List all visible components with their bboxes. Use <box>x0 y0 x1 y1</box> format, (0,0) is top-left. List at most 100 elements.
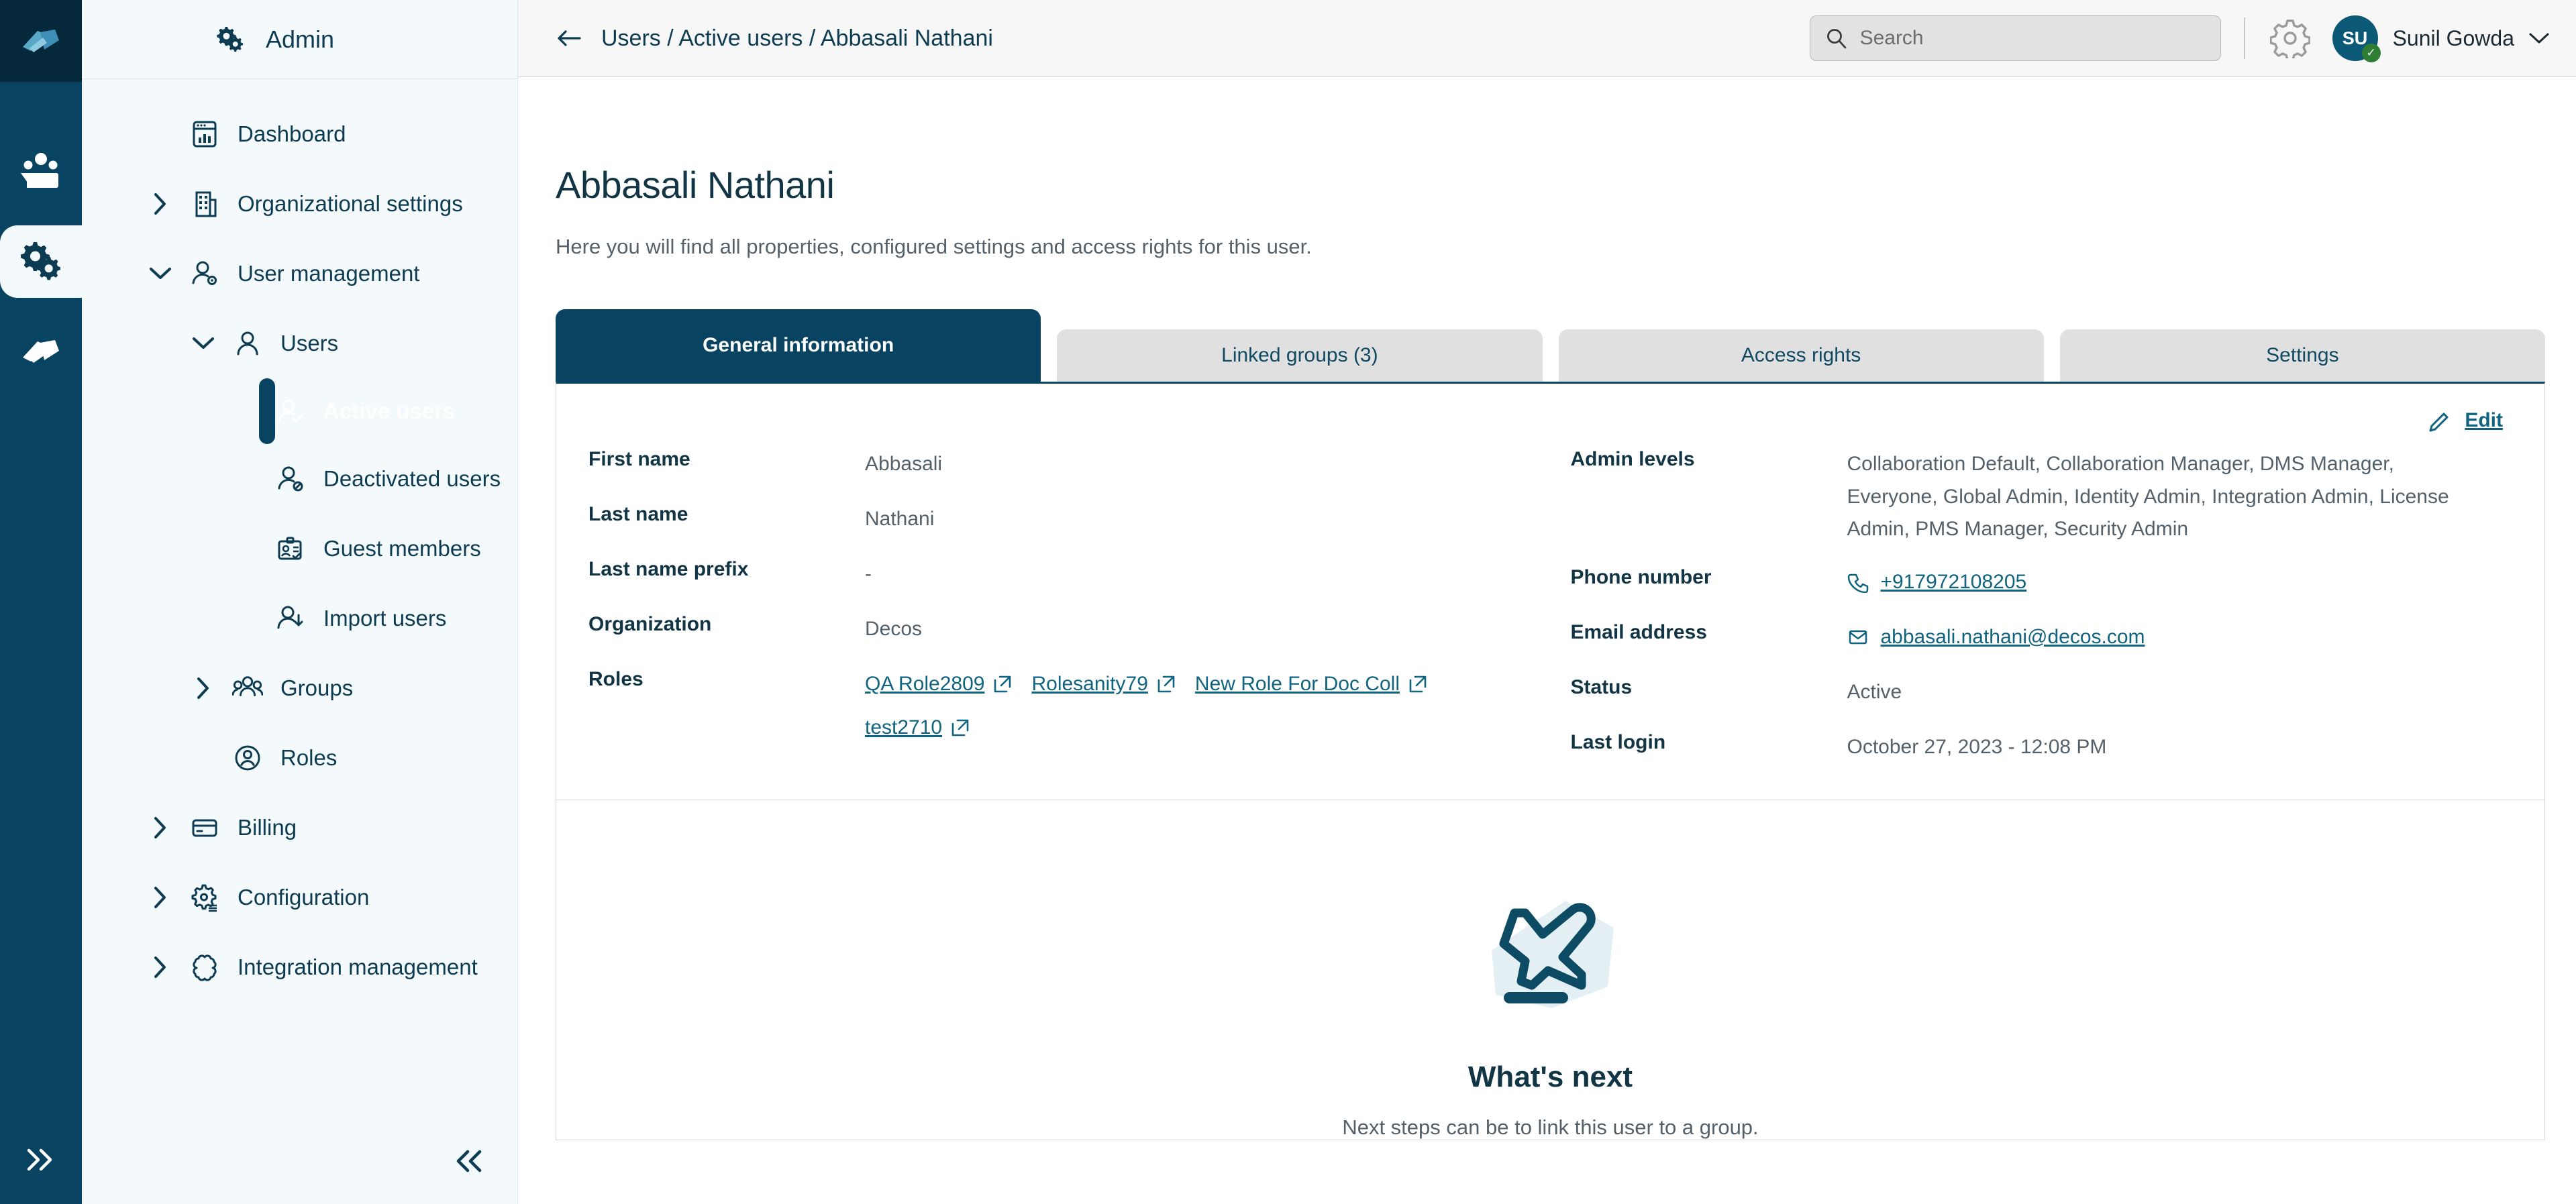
field-organization: Organization Decos <box>588 610 1563 665</box>
role-link[interactable]: Rolesanity79 <box>1031 668 1176 701</box>
user-name[interactable]: Sunil Gowda <box>2393 26 2514 51</box>
sidebar-item-roles[interactable]: Roles <box>82 723 517 793</box>
sidebar-item-label: Roles <box>280 745 338 770</box>
field-label: Last name <box>588 503 688 525</box>
role-link-label: QA Role2809 <box>865 673 985 695</box>
back-button[interactable] <box>556 28 584 49</box>
id-card-icon <box>275 534 306 563</box>
tab-linked-groups[interactable]: Linked groups (3) <box>1057 329 1543 382</box>
field-roles: Roles QA Role2809 Rolesanity79 New Role … <box>588 665 1563 755</box>
tab-general-information[interactable]: General information <box>556 309 1041 382</box>
sidebar-collapse-button[interactable] <box>450 1146 488 1176</box>
chevron-down-icon[interactable] <box>2528 31 2551 46</box>
puzzle-icon <box>189 952 220 982</box>
field-value: Decos <box>865 618 923 640</box>
field-email-address: Email address abbasali.nathani@decos.com <box>1571 618 2545 673</box>
field-label: Phone number <box>1570 565 1712 588</box>
user-menu[interactable]: SU ✓ <box>2332 15 2381 62</box>
field-status: Status Active <box>1571 673 2545 728</box>
sidebar-item-guest-members[interactable]: Guest members <box>82 514 517 584</box>
chevron-down-icon[interactable] <box>192 336 215 351</box>
sidebar-item-label: Configuration <box>238 885 370 910</box>
sidebar-nav: Dashboard Organizational settings User m… <box>82 79 517 1002</box>
edit-button[interactable]: Edit <box>2427 408 2503 433</box>
sidebar-item-integration-management[interactable]: Integration management <box>82 932 517 1002</box>
general-information-panel: Edit First name Abbasali Last name Natha… <box>556 382 2545 1140</box>
dashboard-icon <box>189 119 220 149</box>
sidebar-item-groups[interactable]: Groups <box>82 653 517 723</box>
rail-item-admin[interactable] <box>0 225 82 298</box>
settings-button[interactable] <box>2268 16 2312 60</box>
sidebar-item-label: Deactivated users <box>323 466 501 491</box>
pencil-icon <box>2429 413 2449 432</box>
sidebar-item-label: Groups <box>280 675 354 700</box>
chevron-right-icon[interactable] <box>149 886 172 909</box>
external-link-icon <box>1409 675 1427 693</box>
tab-access-rights[interactable]: Access rights <box>1558 329 2044 382</box>
role-link-label: test2710 <box>865 716 943 738</box>
edit-label: Edit <box>2465 409 2503 431</box>
rail-item-team[interactable] <box>0 135 82 208</box>
rail-item-documents[interactable] <box>0 315 82 388</box>
role-link[interactable]: QA Role2809 <box>865 668 1013 701</box>
rail-expand-button[interactable] <box>0 1145 82 1174</box>
sidebar-item-users[interactable]: Users <box>82 309 517 378</box>
sidebar-title: Admin <box>266 25 335 53</box>
field-value: Nathani <box>865 508 935 530</box>
sidebar-item-label: Billing <box>238 815 297 840</box>
chevron-right-icon[interactable] <box>149 193 172 215</box>
panel-actions: Edit <box>556 384 2544 433</box>
email-link-label: abbasali.nathani@decos.com <box>1880 625 2145 648</box>
email-link[interactable]: abbasali.nathani@decos.com <box>1847 621 2145 654</box>
user-block-icon <box>275 464 306 494</box>
sidebar-item-deactivated-users[interactable]: Deactivated users <box>82 444 517 514</box>
tab-settings[interactable]: Settings <box>2059 329 2545 382</box>
sidebar-item-label: Users <box>280 331 339 355</box>
sidebar-item-label: User management <box>238 261 420 286</box>
chevron-right-icon[interactable] <box>149 956 172 979</box>
team-folder-icon <box>21 153 58 188</box>
sidebar-item-user-management[interactable]: User management <box>82 239 517 309</box>
chevron-right-icon[interactable] <box>192 677 215 700</box>
chevron-down-icon[interactable] <box>149 266 172 281</box>
role-link-label: Rolesanity79 <box>1031 673 1148 695</box>
sidebar-item-label: Import users <box>323 606 447 631</box>
chevron-right-icon[interactable] <box>149 816 172 839</box>
sidebar-item-billing[interactable]: Billing <box>82 793 517 863</box>
role-link[interactable]: New Role For Doc Coll <box>1195 668 1428 701</box>
user-circle-icon <box>232 743 263 773</box>
chevrons-left-icon <box>456 1150 482 1172</box>
app-logo[interactable] <box>0 0 82 82</box>
user-gear-icon <box>189 259 220 288</box>
sidebar-item-import-users[interactable]: Import users <box>82 584 517 653</box>
external-link-icon <box>994 675 1011 693</box>
field-label: Email address <box>1570 620 1707 643</box>
user-import-icon <box>275 604 306 633</box>
phone-link[interactable]: +917972108205 <box>1847 566 2027 599</box>
role-link-label: New Role For Doc Coll <box>1194 673 1400 695</box>
page-title: Abbasali Nathani <box>556 164 835 206</box>
field-label: First name <box>588 448 690 470</box>
card-icon <box>189 813 220 842</box>
phone-icon <box>1847 573 1868 594</box>
whats-next-title: What's next <box>1467 1060 1633 1093</box>
user-check-icon <box>275 396 306 426</box>
breadcrumb-text[interactable]: Users / Active users / Abbasali Nathani <box>601 25 993 52</box>
gear-icon <box>2269 19 2310 58</box>
search-input[interactable]: Search <box>1809 15 2221 61</box>
sidebar-item-configuration[interactable]: Configuration <box>82 863 517 932</box>
phone-link-label: +917972108205 <box>1880 570 2027 593</box>
sidebar-item-label: Integration management <box>238 954 478 979</box>
gears-icon <box>21 242 60 280</box>
info-column-left: First name Abbasali Last name Nathani La… <box>556 445 1563 783</box>
sidebar-item-dashboard[interactable]: Dashboard <box>82 99 517 169</box>
sidebar-item-label: Guest members <box>323 536 481 561</box>
role-link[interactable]: test2710 <box>865 712 970 745</box>
paper-plane-icon <box>1491 900 1614 1008</box>
field-value: Abbasali <box>865 453 943 475</box>
status-badge: Active <box>1847 680 1902 703</box>
arrow-left-icon <box>558 30 581 46</box>
sidebar-item-organizational-settings[interactable]: Organizational settings <box>82 169 517 239</box>
sidebar-item-active-users[interactable]: Active users <box>259 378 455 444</box>
user-icon <box>232 329 263 358</box>
